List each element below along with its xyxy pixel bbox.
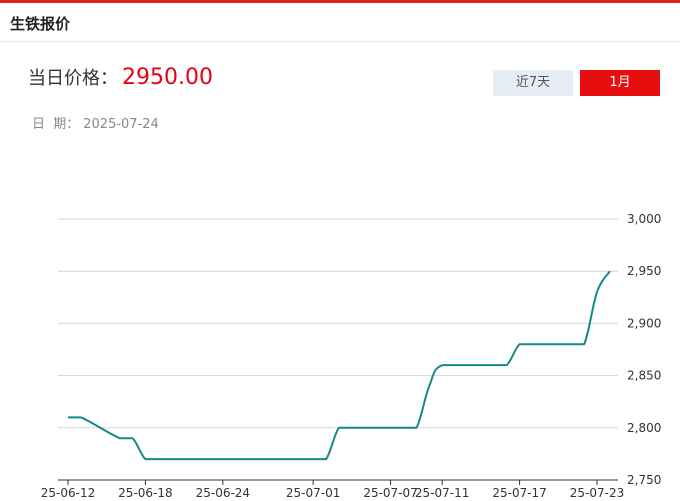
x-tick-label: 25-07-11 — [415, 486, 469, 500]
x-tick-label: 25-07-07 — [363, 486, 417, 500]
price-series-line — [68, 270, 611, 461]
y-tick-label: 2,800 — [627, 421, 661, 435]
y-tick-label: 2,950 — [627, 264, 661, 278]
y-tick-label: 2,900 — [627, 316, 661, 330]
x-tick-label: 25-06-12 — [41, 486, 95, 500]
x-tick-label: 25-06-18 — [118, 486, 172, 500]
price-line-chart: 3,000 2,950 2,900 2,850 2,800 2,750 25-06-12 25… — [41, 212, 662, 500]
y-tick-label: 3,000 — [627, 212, 661, 226]
x-tick-label: 25-07-17 — [492, 486, 546, 500]
x-tick-label: 25-07-23 — [570, 486, 624, 500]
x-tick-label: 25-07-01 — [286, 486, 340, 500]
y-tick-label: 2,750 — [627, 473, 661, 487]
y-tick-label: 2,850 — [627, 369, 661, 383]
x-tick-label: 25-06-24 — [196, 486, 250, 500]
